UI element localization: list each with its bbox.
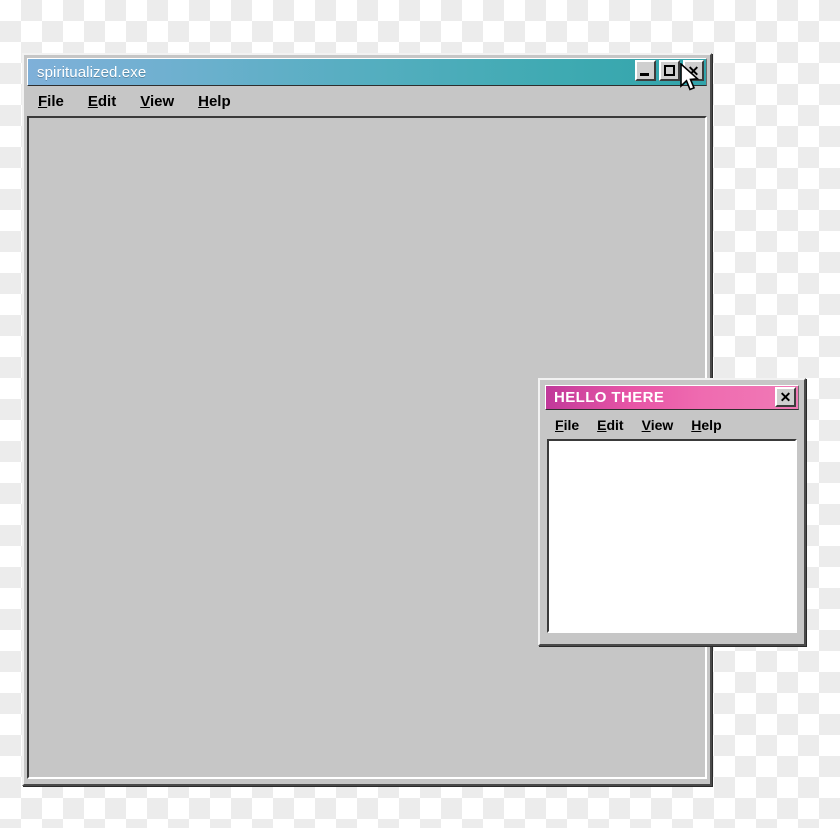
close-icon: ✕ bbox=[687, 62, 700, 79]
dialog-menu-accel-view: V bbox=[641, 416, 651, 433]
dialog-window-titlebar[interactable]: HELLO THERE ✕ bbox=[545, 385, 799, 410]
menu-accel-help: H bbox=[198, 92, 209, 110]
dialog-menu-label-help: elp bbox=[701, 416, 722, 433]
minimize-icon bbox=[640, 73, 649, 76]
dialog-window-controls: ✕ bbox=[775, 387, 796, 407]
dialog-menu-item-edit[interactable]: Edit bbox=[597, 417, 623, 433]
close-icon: ✕ bbox=[779, 389, 792, 405]
menu-item-file[interactable]: File bbox=[38, 93, 64, 110]
main-window-titlebar[interactable]: spiritualized.exe ✕ bbox=[27, 58, 707, 86]
menu-item-edit[interactable]: Edit bbox=[88, 93, 116, 110]
dialog-menu-item-view[interactable]: View bbox=[642, 417, 674, 433]
menu-label-file: ile bbox=[47, 92, 64, 110]
menu-accel-view: V bbox=[140, 92, 150, 110]
close-button[interactable]: ✕ bbox=[683, 60, 704, 81]
main-window-controls: ✕ bbox=[635, 60, 704, 81]
dialog-window-client-area[interactable] bbox=[547, 439, 797, 633]
dialog-menu-accel-help: H bbox=[691, 416, 702, 433]
menu-item-view[interactable]: View bbox=[140, 93, 174, 110]
maximize-button[interactable] bbox=[659, 60, 680, 81]
menu-label-help: elp bbox=[208, 92, 231, 110]
dialog-menu-label-edit: dit bbox=[606, 416, 624, 433]
dialog-menu-label-view: iew bbox=[650, 416, 674, 433]
dialog-menu-item-file[interactable]: File bbox=[555, 417, 579, 433]
menu-label-view: iew bbox=[149, 92, 175, 110]
menu-label-edit: dit bbox=[97, 92, 117, 110]
dialog-menu-accel-file: F bbox=[555, 416, 564, 433]
dialog-window-menubar: File Edit View Help bbox=[545, 410, 799, 439]
main-window-title: spiritualized.exe bbox=[37, 63, 147, 81]
menu-accel-file: F bbox=[38, 92, 48, 110]
dialog-menu-label-file: ile bbox=[563, 416, 580, 433]
dialog-window-title: HELLO THERE bbox=[554, 389, 665, 406]
main-window-menubar: File Edit View Help bbox=[27, 86, 707, 116]
menu-accel-edit: E bbox=[87, 92, 98, 110]
dialog-window[interactable]: HELLO THERE ✕ File Edit View Help bbox=[538, 378, 806, 646]
minimize-button[interactable] bbox=[635, 60, 656, 81]
menu-item-help[interactable]: Help bbox=[198, 93, 231, 110]
dialog-close-button[interactable]: ✕ bbox=[775, 387, 796, 407]
dialog-menu-item-help[interactable]: Help bbox=[691, 417, 721, 433]
maximize-icon bbox=[664, 65, 675, 76]
